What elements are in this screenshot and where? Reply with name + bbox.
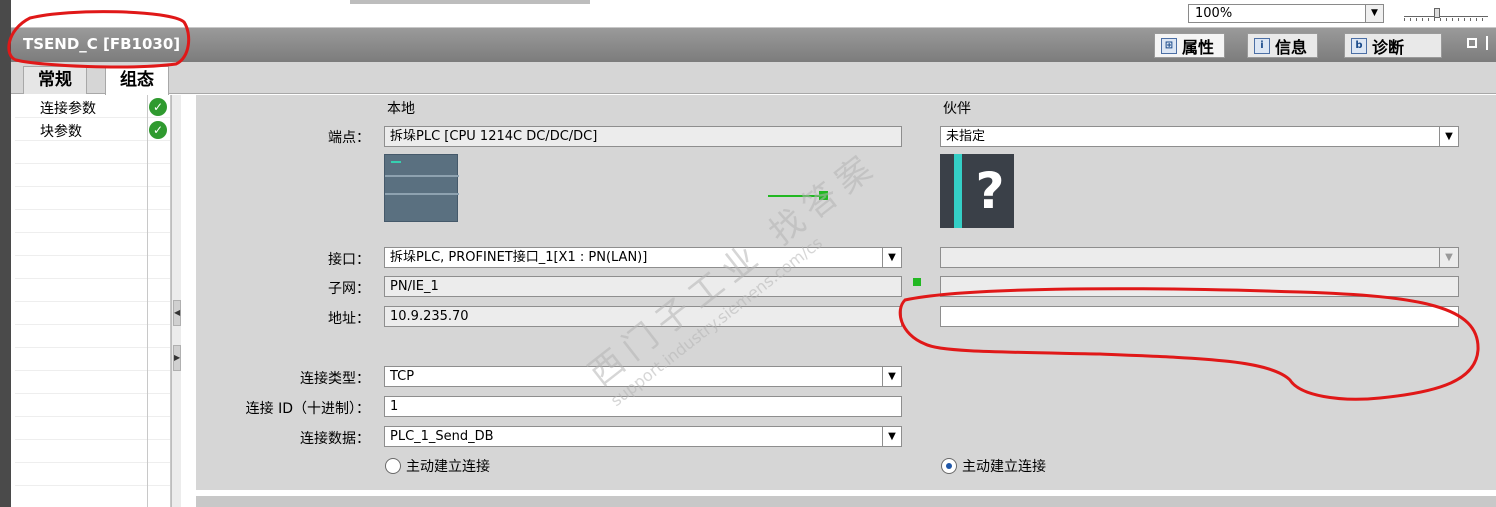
plc-stripe bbox=[385, 193, 459, 195]
conn-data-select[interactable]: PLC_1_Send_DB ▼ bbox=[384, 426, 902, 447]
tab-diagnostics[interactable]: b 诊断 bbox=[1344, 33, 1442, 58]
endpoint-local-value: 拆垛PLC [CPU 1214C DC/DC/DC] bbox=[390, 129, 598, 144]
interface-local-select[interactable]: 拆垛PLC, PROFINET接口_1[X1 : PN(LAN)] ▼ bbox=[384, 247, 902, 268]
info-icon: i bbox=[1254, 37, 1270, 54]
local-active-radio[interactable]: 主动建立连接 bbox=[385, 456, 490, 476]
nav-item-block-params[interactable]: 块参数 bbox=[40, 121, 82, 141]
zoom-slider-track bbox=[1404, 16, 1488, 17]
subnet-local-value: PN/IE_1 bbox=[390, 279, 439, 294]
nav-divider bbox=[147, 95, 148, 507]
radio-off-icon[interactable] bbox=[385, 458, 401, 474]
conn-id-value: 1 bbox=[390, 399, 399, 414]
tab-properties-label: 属性 bbox=[1182, 37, 1215, 57]
subnet-label: 子网： bbox=[328, 281, 370, 297]
subnet-partner-field bbox=[940, 276, 1459, 297]
endpoint-partner-value: 未指定 bbox=[946, 129, 986, 144]
subnet-status-icon bbox=[913, 278, 921, 286]
zoom-slider-ticks bbox=[1404, 18, 1488, 21]
interface-partner-select: ▼ bbox=[940, 247, 1459, 268]
conn-data-label: 连接数据： bbox=[300, 431, 370, 447]
interface-label: 接口： bbox=[328, 252, 370, 268]
partner-header: 伙伴 bbox=[943, 101, 971, 117]
address-local-value: 10.9.235.70 bbox=[390, 309, 469, 324]
local-header: 本地 bbox=[387, 101, 415, 117]
interface-local-value: 拆垛PLC, PROFINET接口_1[X1 : PN(LAN)] bbox=[390, 250, 648, 265]
radio-on-icon[interactable] bbox=[941, 458, 957, 474]
address-partner-input[interactable] bbox=[940, 306, 1459, 327]
splitter[interactable]: ◀ ▶ bbox=[171, 95, 181, 507]
local-active-label: 主动建立连接 bbox=[406, 459, 490, 475]
tab-info-label: 信息 bbox=[1275, 37, 1308, 57]
zoom-select[interactable]: 100% ▼ bbox=[1188, 4, 1384, 23]
expand-right-icon[interactable]: ▶ bbox=[173, 345, 181, 371]
maximize-icon[interactable] bbox=[1486, 36, 1496, 50]
float-window-icon[interactable] bbox=[1467, 38, 1477, 48]
tab-diagnostics-label: 诊断 bbox=[1372, 37, 1405, 57]
chevron-down-icon[interactable]: ▼ bbox=[882, 427, 901, 446]
endpoint-local-field: 拆垛PLC [CPU 1214C DC/DC/DC] bbox=[384, 126, 902, 147]
conn-type-select[interactable]: TCP ▼ bbox=[384, 366, 902, 387]
check-icon: ✓ bbox=[149, 121, 167, 139]
collapse-left-icon[interactable]: ◀ bbox=[173, 300, 181, 326]
endpoint-partner-select[interactable]: 未指定 ▼ bbox=[940, 126, 1459, 147]
chevron-down-icon[interactable]: ▼ bbox=[1365, 5, 1383, 22]
question-mark-icon: ? bbox=[975, 162, 1005, 220]
conn-data-value: PLC_1_Send_DB bbox=[390, 429, 494, 444]
nav-item-connection-params[interactable]: 连接参数 bbox=[40, 98, 96, 118]
tab-general[interactable]: 常规 bbox=[23, 66, 87, 94]
tab-info[interactable]: i 信息 bbox=[1247, 33, 1319, 58]
chevron-down-icon[interactable]: ▼ bbox=[1439, 127, 1458, 146]
conn-id-input[interactable]: 1 bbox=[384, 396, 902, 417]
toolbar-remnant bbox=[350, 0, 590, 4]
check-icon: ✓ bbox=[149, 98, 167, 116]
subnet-local-field: PN/IE_1 bbox=[384, 276, 902, 297]
zoom-slider[interactable] bbox=[1404, 6, 1488, 22]
inspector-title-bar: TSEND_C [FB1030] ⊞ 属性 i 信息 b 诊断 bbox=[11, 28, 1496, 62]
connection-port-icon bbox=[819, 191, 828, 200]
chevron-down-icon: ▼ bbox=[1439, 248, 1458, 267]
plc-stripe bbox=[385, 175, 459, 177]
tab-configuration[interactable]: 组态 bbox=[105, 66, 169, 95]
diagnostics-icon: b bbox=[1351, 37, 1367, 54]
endpoint-label: 端点： bbox=[328, 130, 370, 146]
tabs-row: 常规 组态 bbox=[11, 62, 1496, 95]
zoom-slider-thumb[interactable] bbox=[1434, 8, 1440, 18]
unknown-partner-icon: ? bbox=[940, 154, 1014, 228]
connection-line bbox=[768, 195, 822, 197]
plc-device-icon bbox=[384, 154, 459, 222]
tab-properties[interactable]: ⊞ 属性 bbox=[1154, 33, 1226, 58]
conn-id-label: 连接 ID（十进制）： bbox=[245, 401, 370, 417]
bottom-bar bbox=[196, 496, 1496, 507]
address-label: 地址： bbox=[328, 311, 370, 327]
conn-type-value: TCP bbox=[390, 369, 415, 384]
properties-icon: ⊞ bbox=[1161, 37, 1177, 54]
conn-type-label: 连接类型： bbox=[300, 371, 370, 387]
address-local-field: 10.9.235.70 bbox=[384, 306, 902, 327]
partner-active-label: 主动建立连接 bbox=[962, 459, 1046, 475]
chevron-down-icon[interactable]: ▼ bbox=[882, 248, 901, 267]
partner-active-radio[interactable]: 主动建立连接 bbox=[941, 456, 1046, 476]
block-title: TSEND_C [FB1030] bbox=[23, 35, 181, 53]
chevron-down-icon[interactable]: ▼ bbox=[882, 367, 901, 386]
zoom-value: 100% bbox=[1195, 6, 1233, 21]
left-edge-bar bbox=[0, 0, 11, 507]
plc-led bbox=[391, 161, 401, 163]
